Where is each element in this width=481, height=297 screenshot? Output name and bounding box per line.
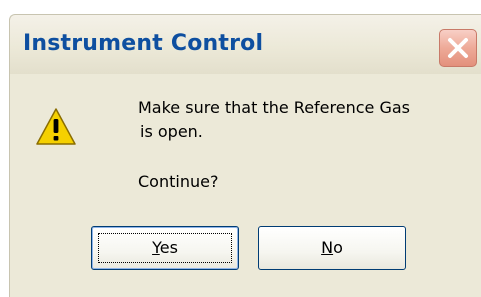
yes-button[interactable]: Yes	[91, 226, 239, 270]
yes-accelerator: Y	[152, 238, 160, 257]
message-line-2: is open.	[140, 122, 203, 141]
no-button[interactable]: No	[258, 226, 406, 270]
title-bar[interactable]: Instrument Control	[9, 14, 481, 74]
close-icon	[448, 38, 468, 58]
no-accelerator: N	[321, 238, 334, 257]
window-title: Instrument Control	[23, 31, 264, 56]
message-question: Continue?	[138, 172, 219, 191]
close-button[interactable]	[439, 29, 477, 67]
yes-label: es	[159, 238, 178, 257]
message-dialog: Instrument Control Make sure that the Re…	[0, 0, 481, 297]
warning-icon	[36, 108, 76, 145]
no-label: o	[333, 238, 343, 257]
message-line-1: Make sure that the Reference Gas	[138, 98, 410, 117]
